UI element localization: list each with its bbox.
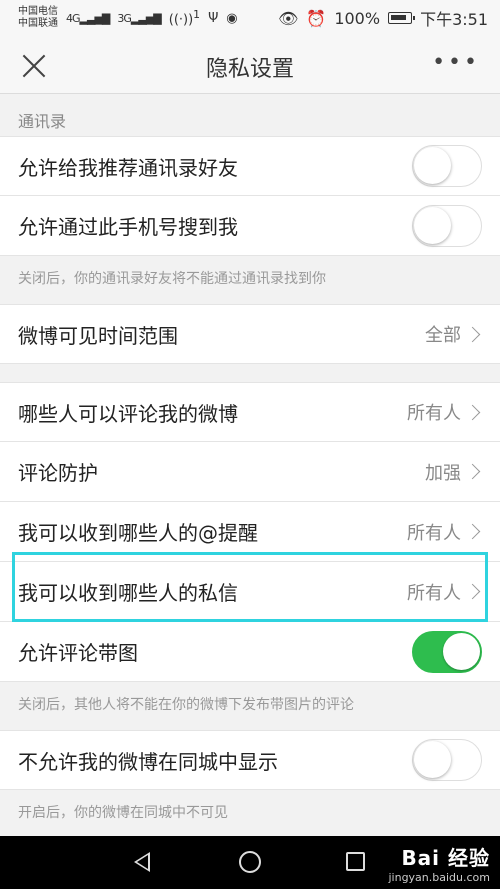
nav-bar: Bai 经验 jingyan.baidu.com xyxy=(0,836,500,889)
toggle-knob xyxy=(414,147,451,184)
recommend-contacts-toggle[interactable] xyxy=(412,145,482,187)
toggle-knob xyxy=(414,741,451,778)
home-icon[interactable] xyxy=(239,851,261,873)
row-label: 不允许我的微博在同城中显示 xyxy=(18,749,278,774)
chevron-right-icon xyxy=(464,404,481,420)
row-comment-images: 允许评论带图 xyxy=(0,622,500,682)
row-who-can-comment[interactable]: 哪些人可以评论我的微博 所有人 xyxy=(0,382,500,442)
contacts-note: 关闭后，你的通讯录好友将不能通过通讯录找到你 xyxy=(18,271,326,287)
carrier-2: 中国联通 xyxy=(18,18,58,29)
row-label: 评论防护 xyxy=(18,461,98,485)
usb-icon: Ψ xyxy=(208,10,219,26)
row-recommend-contacts: 允许给我推荐通讯录好友 xyxy=(0,136,500,196)
carrier-names: 中国电信 中国联通 xyxy=(18,6,58,30)
row-value: 加强 xyxy=(425,459,482,485)
row-label: 我可以收到哪些人的@提醒 xyxy=(18,521,258,545)
page-title: 隐私设置 xyxy=(205,57,294,82)
row-label: 哪些人可以评论我的微博 xyxy=(18,401,238,426)
signal-4g-icon: 4G▂▃▅▇ xyxy=(66,11,110,25)
status-bar: 中国电信 中国联通 4G▂▃▅▇ 3G▂▃▅▇ ((·))1 Ψ ◉ 👁 ⏰ 1… xyxy=(0,0,500,36)
watermark-logo: Bai 经验 jingyan.baidu.com xyxy=(388,842,490,884)
row-label: 允许评论带图 xyxy=(18,641,138,665)
row-value: 全部 xyxy=(425,321,482,347)
row-mention-from[interactable]: 我可以收到哪些人的@提醒 所有人 xyxy=(0,502,500,562)
watermark-sub: jingyan.baidu.com xyxy=(388,871,490,884)
hotspot-icon: ((·))1 xyxy=(168,8,201,28)
settings-list: 通讯录 允许给我推荐通讯录好友 允许通过此手机号搜到我 关闭后，你的通讯录好友将… xyxy=(0,94,500,838)
status-right: 👁 ⏰ 100% 下午3:51 xyxy=(278,6,488,30)
row-label: 允许给我推荐通讯录好友 xyxy=(18,155,238,180)
hide-local-toggle[interactable] xyxy=(412,739,482,781)
row-value: 所有人 xyxy=(407,519,482,545)
hide-local-note: 开启后，你的微博在同城中不可见 xyxy=(18,805,228,821)
section-title-contacts: 通讯录 xyxy=(18,112,67,131)
chevron-right-icon xyxy=(464,326,481,342)
status-left: 中国电信 中国联通 4G▂▃▅▇ 3G▂▃▅▇ ((·))1 Ψ ◉ xyxy=(18,6,238,30)
clock: 下午3:51 xyxy=(420,10,488,29)
row-value: 所有人 xyxy=(407,399,482,425)
row-hide-local: 不允许我的微博在同城中显示 xyxy=(0,730,500,790)
row-label: 微博可见时间范围 xyxy=(18,323,178,348)
header: 隐私设置 ••• xyxy=(0,36,500,94)
row-visible-range[interactable]: 微博可见时间范围 全部 xyxy=(0,304,500,364)
comment-images-toggle[interactable] xyxy=(412,630,482,673)
alarm-icon: ⏰ xyxy=(306,8,327,28)
watermark-main: Bai 经验 xyxy=(401,846,490,870)
chevron-right-icon xyxy=(464,583,481,600)
back-icon[interactable] xyxy=(134,852,150,872)
toggle-knob xyxy=(414,206,451,244)
row-label: 允许通过此手机号搜到我 xyxy=(18,215,238,239)
toggle-knob xyxy=(443,632,480,670)
comment-images-note: 关闭后，其他人将不能在你的微博下发布带图片的评论 xyxy=(18,697,354,713)
search-by-phone-toggle[interactable] xyxy=(412,204,482,247)
row-search-by-phone: 允许通过此手机号搜到我 xyxy=(0,196,500,256)
battery-icon xyxy=(388,12,416,24)
row-comment-protection[interactable]: 评论防护 加强 xyxy=(0,442,500,502)
eye-icon: 👁 xyxy=(278,8,299,28)
battery-percent: 100% xyxy=(334,8,381,28)
signal-3g-icon: 3G▂▃▅▇ xyxy=(117,11,161,25)
carrier-1: 中国电信 xyxy=(18,6,58,17)
recent-apps-icon[interactable] xyxy=(346,852,365,871)
row-value: 所有人 xyxy=(407,579,482,605)
more-icon[interactable]: ••• xyxy=(432,52,480,74)
row-label: 我可以收到哪些人的私信 xyxy=(18,581,238,605)
app-icon: ◉ xyxy=(226,10,238,26)
chevron-right-icon xyxy=(464,523,481,540)
chevron-right-icon xyxy=(464,463,481,480)
row-messages-from[interactable]: 我可以收到哪些人的私信 所有人 xyxy=(0,562,500,622)
